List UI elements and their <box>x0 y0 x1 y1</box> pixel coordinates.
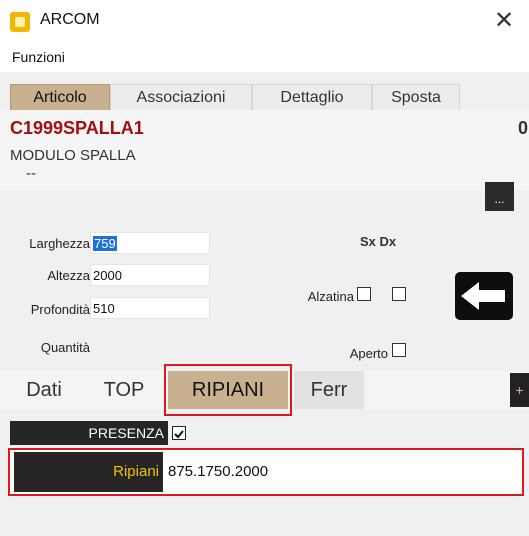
check-icon <box>174 430 184 439</box>
ripiani-value-field[interactable]: 875.1750.2000 <box>168 452 518 492</box>
tab-sposta[interactable]: Sposta <box>372 84 460 111</box>
article-code-suffix: 0 <box>518 118 529 138</box>
window-title: ARCOM <box>40 11 100 28</box>
menu-funzioni[interactable]: Funzioni <box>12 49 65 65</box>
profondita-field[interactable]: 510 <box>90 297 210 319</box>
presenza-label: PRESENZA <box>10 421 168 445</box>
quantita-label: Quantità <box>40 340 90 355</box>
larghezza-field[interactable]: 759 <box>90 232 210 254</box>
close-icon[interactable]: ✕ <box>494 6 514 35</box>
tab-top[interactable]: TOP <box>84 371 164 409</box>
article-description: MODULO SPALLA <box>10 147 136 164</box>
app-icon <box>10 12 30 32</box>
ripiani-label: Ripiani <box>14 452 163 492</box>
tab-dati[interactable]: Dati <box>10 371 78 409</box>
alzatina-label: Alzatina <box>307 289 354 304</box>
ripiani-tab-highlight <box>164 364 292 416</box>
presenza-checkbox[interactable] <box>172 426 186 440</box>
tab-articolo[interactable]: Articolo <box>10 84 110 111</box>
back-button[interactable] <box>455 272 513 320</box>
tab-dettaglio[interactable]: Dettaglio <box>252 84 372 111</box>
tab-associazioni[interactable]: Associazioni <box>110 84 252 111</box>
altezza-field[interactable]: 2000 <box>90 264 210 286</box>
aperto-checkbox[interactable] <box>392 343 406 357</box>
more-button[interactable]: ... <box>485 182 514 211</box>
article-code: C1999SPALLA1 <box>10 118 144 138</box>
alzatina-sx-checkbox[interactable] <box>357 287 371 301</box>
alzatina-dx-checkbox[interactable] <box>392 287 406 301</box>
altezza-label: Altezza <box>47 268 90 283</box>
sx-dx-label: Sx Dx <box>360 234 397 249</box>
arrow-left-icon <box>461 282 505 310</box>
larghezza-label: Larghezza <box>29 236 90 251</box>
content-area <box>0 500 529 536</box>
add-tab-button[interactable]: + <box>510 373 529 407</box>
tab-ferr[interactable]: Ferr <box>294 371 364 409</box>
article-dash: -- <box>26 165 36 182</box>
larghezza-value: 759 <box>93 236 117 251</box>
aperto-label: Aperto <box>349 346 388 361</box>
menu-bar <box>0 44 529 72</box>
profondita-label: Profondità <box>30 302 90 317</box>
